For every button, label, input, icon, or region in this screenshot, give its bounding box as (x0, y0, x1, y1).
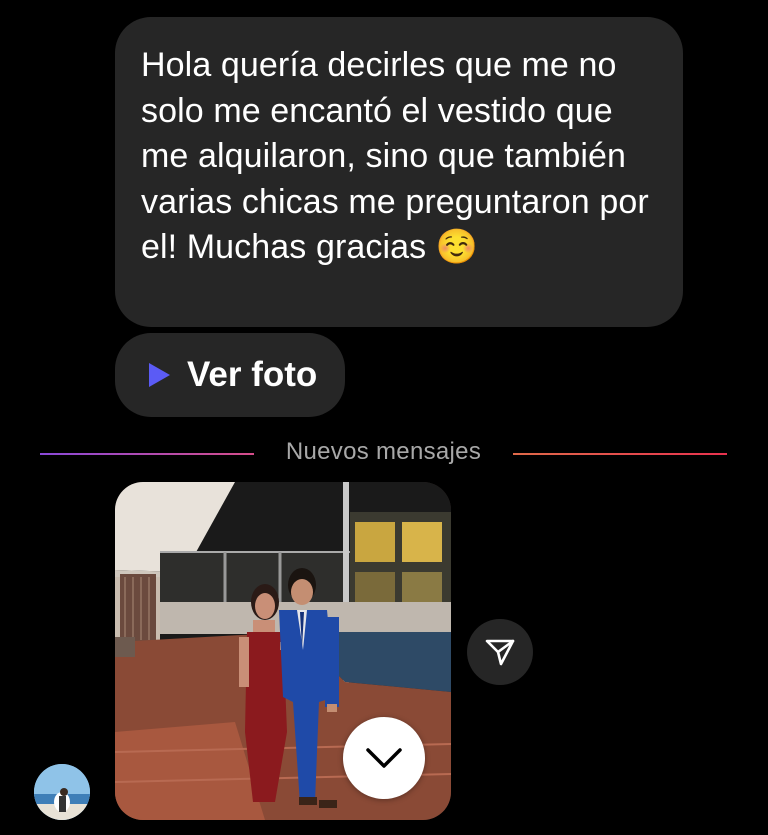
view-photo-button[interactable]: Ver foto (115, 333, 345, 417)
view-photo-label: Ver foto (187, 355, 318, 394)
new-messages-divider-label: Nuevos mensajes (285, 438, 482, 465)
paper-plane-icon (485, 639, 515, 666)
chevron-down-icon (366, 748, 402, 768)
divider-line-right (513, 453, 727, 455)
avatar-image (34, 764, 90, 820)
avatar[interactable] (34, 764, 90, 820)
message-text: Hola quería decirles que me no solo me e… (141, 46, 649, 266)
share-button[interactable] (467, 619, 533, 685)
received-text-message[interactable]: Hola quería decirles que me no solo me e… (115, 17, 683, 327)
divider-line-left (40, 453, 254, 455)
scroll-to-bottom-button[interactable] (343, 717, 425, 799)
play-icon (149, 363, 170, 387)
